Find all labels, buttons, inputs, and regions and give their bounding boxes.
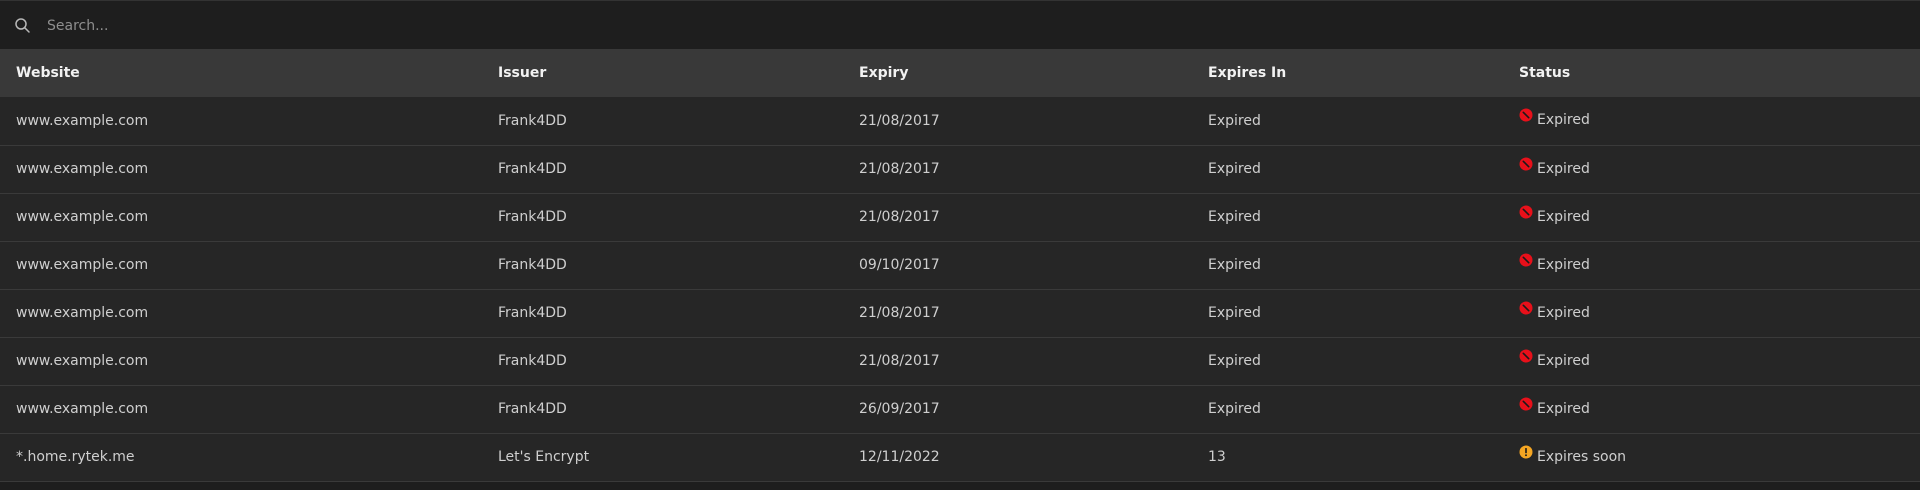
expired-icon (1519, 397, 1533, 411)
cell-expires-in: Expired (1208, 209, 1261, 225)
cell-expiry: 26/09/2017 (859, 401, 940, 417)
table-row[interactable]: www.example.com Frank4DD 21/08/2017 Expired… (0, 193, 1920, 241)
status-badge: Expired (1519, 157, 1590, 177)
cell-expiry: 12/11/2022 (859, 449, 940, 465)
status-label: Expired (1537, 208, 1590, 225)
table-row[interactable]: www.example.com Frank4DD 21/08/2017 Expired… (0, 145, 1920, 193)
cell-status: Expires soon (1503, 433, 1920, 481)
table-row[interactable]: www.example.com Frank4DD 21/08/2017 Expired… (0, 289, 1920, 337)
cell-website: www.example.com (16, 161, 149, 177)
expired-icon (1519, 253, 1533, 267)
column-header-status[interactable]: Status (1503, 49, 1920, 97)
cell-expires-in: Expired (1208, 353, 1261, 369)
column-header-issuer[interactable]: Issuer (482, 49, 843, 97)
status-badge: Expired (1519, 108, 1590, 129)
table-row[interactable]: *.home.rytek.me Let's Encrypt 12/11/2022 13… (0, 433, 1920, 481)
status-label: Expired (1537, 160, 1590, 177)
certificates-table: Website Issuer Expiry Expires In Status … (0, 49, 1920, 482)
expired-icon (1519, 301, 1533, 315)
search-input[interactable] (47, 13, 647, 39)
cell-status: Expired (1503, 337, 1920, 385)
cell-expires-in: 13 (1208, 449, 1226, 465)
cell-issuer: Frank4DD (498, 257, 567, 273)
cell-status: Expired (1503, 385, 1920, 433)
status-label: Expired (1537, 352, 1590, 369)
table-header-row: Website Issuer Expiry Expires In Status (0, 49, 1920, 97)
cell-status: Expired (1503, 289, 1920, 337)
cell-website: *.home.rytek.me (16, 449, 135, 465)
cell-expires-in: Expired (1208, 257, 1261, 273)
status-label: Expires soon (1537, 448, 1627, 465)
expired-icon (1519, 157, 1533, 171)
cell-issuer: Frank4DD (498, 209, 567, 225)
status-label: Expired (1537, 400, 1590, 417)
cell-expires-in: Expired (1208, 112, 1261, 129)
column-header-expires-in[interactable]: Expires In (1192, 49, 1503, 97)
cell-issuer: Let's Encrypt (498, 449, 590, 465)
cell-expires-in: Expired (1208, 161, 1261, 177)
cell-website: www.example.com (16, 305, 149, 321)
expired-icon (1519, 349, 1533, 363)
cell-expires-in: Expired (1208, 401, 1261, 417)
cell-issuer: Frank4DD (498, 305, 567, 321)
cell-expiry: 21/08/2017 (859, 305, 940, 321)
expired-icon (1519, 205, 1533, 219)
search-icon (14, 17, 31, 34)
table-row[interactable]: www.example.com Frank4DD 21/08/2017 Expired… (0, 97, 1920, 145)
column-header-expiry[interactable]: Expiry (843, 49, 1192, 97)
cell-website: www.example.com (16, 112, 149, 129)
expired-icon (1519, 108, 1533, 122)
cell-status: Expired (1503, 193, 1920, 241)
status-badge: Expired (1519, 301, 1590, 321)
cell-expiry: 21/08/2017 (859, 161, 940, 177)
status-badge: Expires soon (1519, 445, 1627, 465)
cell-expiry: 09/10/2017 (859, 257, 940, 273)
cell-issuer: Frank4DD (498, 161, 567, 177)
column-header-website[interactable]: Website (0, 49, 482, 97)
cell-issuer: Frank4DD (498, 401, 567, 417)
cell-status: Expired (1503, 145, 1920, 193)
warning-icon (1519, 445, 1533, 459)
cell-website: www.example.com (16, 257, 149, 273)
cell-expiry: 21/08/2017 (859, 353, 940, 369)
table-row[interactable]: www.example.com Frank4DD 21/08/2017 Expired… (0, 337, 1920, 385)
status-badge: Expired (1519, 253, 1590, 273)
table-body: www.example.com Frank4DD 21/08/2017 Expired… (0, 97, 1920, 481)
search-bar (0, 0, 1920, 49)
table-row[interactable]: www.example.com Frank4DD 09/10/2017 Expired… (0, 241, 1920, 289)
cell-website: www.example.com (16, 209, 149, 225)
cell-issuer: Frank4DD (498, 353, 567, 369)
status-label: Expired (1537, 112, 1590, 129)
cell-expiry: 21/08/2017 (859, 112, 940, 129)
status-badge: Expired (1519, 397, 1590, 417)
status-label: Expired (1537, 256, 1590, 273)
cell-website: www.example.com (16, 401, 149, 417)
cell-issuer: Frank4DD (498, 112, 567, 129)
cell-expires-in: Expired (1208, 305, 1261, 321)
cell-status: Expired (1503, 241, 1920, 289)
table-row[interactable]: www.example.com Frank4DD 26/09/2017 Expired… (0, 385, 1920, 433)
status-badge: Expired (1519, 349, 1590, 369)
status-badge: Expired (1519, 205, 1590, 225)
cell-website: www.example.com (16, 353, 149, 369)
status-label: Expired (1537, 304, 1590, 321)
cell-status: Expired (1503, 97, 1920, 145)
cell-expiry: 21/08/2017 (859, 209, 940, 225)
